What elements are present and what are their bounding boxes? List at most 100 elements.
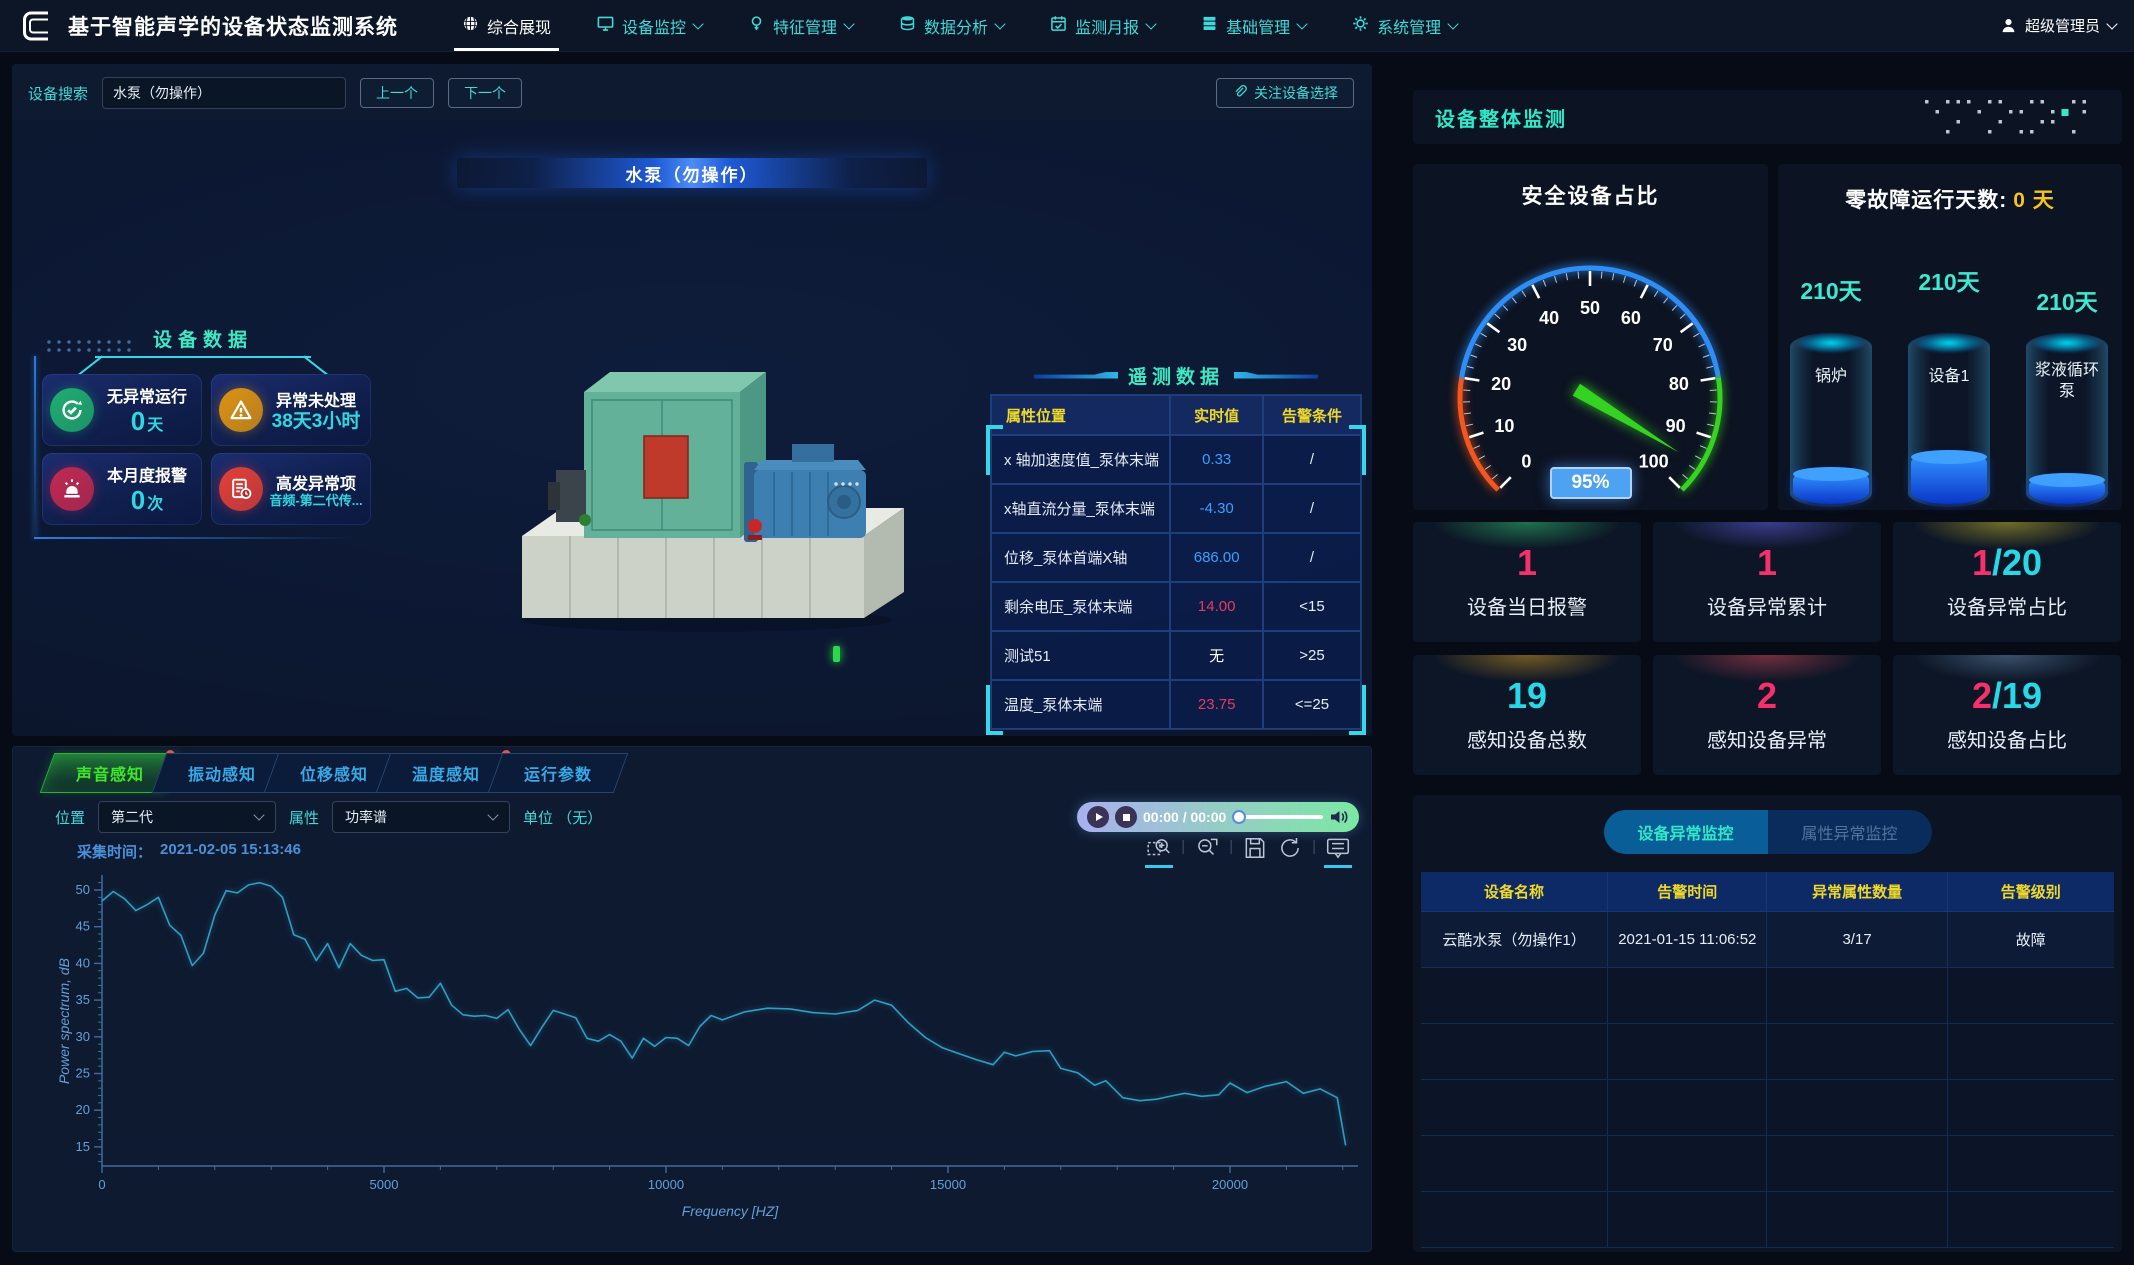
viewer-panel: 设备搜索 上一个 下一个 关注设备选择 水泵（勿操作） — [12, 64, 1372, 736]
next-device-button[interactable]: 下一个 — [448, 78, 522, 108]
alarm-tab-属性异常监控[interactable]: 属性异常监控 — [1768, 810, 1932, 854]
svg-text:0: 0 — [98, 1177, 105, 1192]
svg-text:Frequency [HZ]: Frequency [HZ] — [682, 1203, 780, 1219]
device-stat-label: 异常未处理 — [269, 387, 363, 411]
alarm-cell: 故障 — [1948, 912, 2114, 968]
nav-item-monitor[interactable]: 设备监控 — [597, 0, 702, 51]
corner-bracket — [986, 685, 1003, 735]
unit-label: 单位 （无） — [523, 807, 602, 828]
device-stat-value: 音频-第二代传... — [269, 494, 363, 509]
3d-scene[interactable]: 水泵（勿操作） — [12, 120, 1372, 736]
device-stat-value: 38天3小时 — [269, 411, 363, 433]
overview-stat-card: 1设备异常累计 — [1653, 522, 1881, 642]
audio-player: 00:00 / 00:00 — [1077, 802, 1359, 832]
stop-button[interactable] — [1115, 806, 1137, 828]
telemetry-realtime-value: 686.00 — [1170, 533, 1263, 582]
focus-device-button[interactable]: 关注设备选择 — [1216, 78, 1354, 108]
device-stat-card: 高发异常项音频-第二代传... — [211, 453, 371, 525]
telemetry-header-cell: 属性位置 — [991, 395, 1170, 435]
zoom-select-icon[interactable] — [1146, 835, 1172, 861]
svg-text:5000: 5000 — [370, 1177, 399, 1192]
focus-device-label: 关注设备选择 — [1254, 83, 1338, 103]
telemetry-alarm-condition: <=25 — [1263, 680, 1361, 729]
position-select[interactable]: 第二代 — [98, 801, 276, 833]
chevron-down-icon — [994, 18, 1005, 29]
device-search-input[interactable] — [102, 77, 346, 109]
telemetry-row: 位移_泵体首端X轴686.00/ — [991, 533, 1361, 582]
alarm-empty-cell — [1948, 1192, 2114, 1248]
alarm-empty-cell — [1421, 1080, 1608, 1136]
nav-item-gear[interactable]: 系统管理 — [1352, 0, 1457, 51]
tab-label: 振动感知 — [188, 761, 256, 785]
sensing-panel: 声音感知振动感知位移感知温度感知运行参数 位置 第二代 属性 功率谱 单位 （无… — [12, 746, 1372, 1252]
device-stat-card: 本月度报警0次 — [42, 453, 202, 525]
nav-label: 系统管理 — [1377, 14, 1441, 38]
nav-item-feature[interactable]: 特征管理 — [748, 0, 853, 51]
tab-运行参数[interactable]: 运行参数 — [488, 753, 629, 793]
svg-text:15000: 15000 — [930, 1177, 966, 1192]
alarm-empty-row — [1421, 968, 2114, 1024]
play-icon — [1096, 813, 1103, 821]
alarm-row: 云酷水泵（勿操作1）2021-01-15 11:06:523/17故障 — [1421, 912, 2114, 968]
zoom-reset-icon[interactable] — [1194, 835, 1220, 861]
telemetry-row: 测试51无>25 — [991, 631, 1361, 680]
svg-text:100: 100 — [1639, 452, 1669, 472]
app-root: 基于智能声学的设备状态监测系统 综合展现设备监控特征管理数据分析监测月报基础管理… — [0, 0, 2134, 1265]
chevron-down-icon — [487, 809, 498, 820]
seek-slider[interactable] — [1232, 811, 1323, 823]
telemetry-realtime-value: -4.30 — [1170, 484, 1263, 533]
svg-text:45: 45 — [76, 919, 90, 934]
volume-icon[interactable] — [1329, 809, 1349, 825]
nav-item-dashboard[interactable]: 综合展现 — [462, 0, 551, 51]
chart-toolbar: ||| — [1146, 835, 1351, 861]
nav-item-database[interactable]: 数据分析 — [899, 0, 1004, 51]
save-image-icon[interactable] — [1242, 835, 1268, 861]
svg-text:20: 20 — [1491, 374, 1511, 394]
attribute-label: 属性 — [289, 807, 319, 828]
nav-item-calendar[interactable]: 监测月报 — [1050, 0, 1155, 51]
device-data-title-text: 设备数据 — [153, 330, 253, 351]
device-stat-unit: 天 — [147, 417, 163, 434]
tab-label: 声音感知 — [76, 761, 144, 785]
tank-name-label: 设备1 — [1908, 367, 1990, 388]
zero-fault-value: 0 天 — [2013, 189, 2055, 212]
feature-icon — [748, 15, 765, 37]
overview-header: 设备整体监测 — [1413, 90, 2122, 144]
chevron-down-icon — [253, 809, 264, 820]
user-name: 超级管理员 — [2025, 15, 2100, 36]
chevron-down-icon — [1296, 18, 1307, 29]
telemetry-attr-name: 温度_泵体末端 — [991, 680, 1170, 729]
data-view-icon[interactable] — [1325, 835, 1351, 861]
telemetry-row: 温度_泵体末端23.75<=25 — [991, 680, 1361, 729]
user-menu[interactable]: 超级管理员 — [2000, 15, 2116, 36]
play-button[interactable] — [1087, 806, 1109, 828]
svg-text:50: 50 — [1580, 298, 1600, 318]
svg-text:50: 50 — [76, 882, 90, 897]
zero-fault-title: 零故障运行天数:0 天 — [1778, 164, 2122, 214]
tab-label: 位移感知 — [300, 761, 368, 785]
device-stat-content: 无异常运行0天 — [100, 383, 194, 437]
device-stat-content: 高发异常项音频-第二代传... — [269, 470, 363, 509]
tank-fill-level — [2029, 480, 2105, 504]
nav-item-server[interactable]: 基础管理 — [1201, 0, 1306, 51]
alarm-cell: 3/17 — [1767, 912, 1947, 968]
prev-device-button[interactable]: 上一个 — [360, 78, 434, 108]
title-wing-right — [1234, 372, 1318, 379]
attribute-select[interactable]: 功率谱 — [332, 801, 510, 833]
restore-icon[interactable] — [1277, 835, 1303, 861]
overview-stat-card: 1/20设备异常占比 — [1893, 522, 2121, 642]
tab-label: 温度感知 — [412, 761, 480, 785]
stat-number: 1 — [1972, 542, 1992, 583]
svg-text:0: 0 — [1521, 452, 1531, 472]
tank-name-label: 锅炉 — [1790, 367, 1872, 388]
overview-stat-card: 2感知设备异常 — [1653, 655, 1881, 775]
telemetry-row: x 轴加速度值_泵体末端0.33/ — [991, 435, 1361, 484]
tank-days-label: 210天 — [1908, 263, 1990, 297]
tank-days-label: 210天 — [1790, 272, 1872, 306]
app-logo-icon — [18, 7, 56, 45]
stat-value: 2 — [1757, 678, 1777, 714]
alarm-tab-设备异常监控[interactable]: 设备异常监控 — [1604, 810, 1768, 854]
slider-knob[interactable] — [1232, 810, 1246, 824]
stat-value: 1/20 — [1972, 545, 2042, 581]
alarm-empty-cell — [1608, 968, 1767, 1024]
